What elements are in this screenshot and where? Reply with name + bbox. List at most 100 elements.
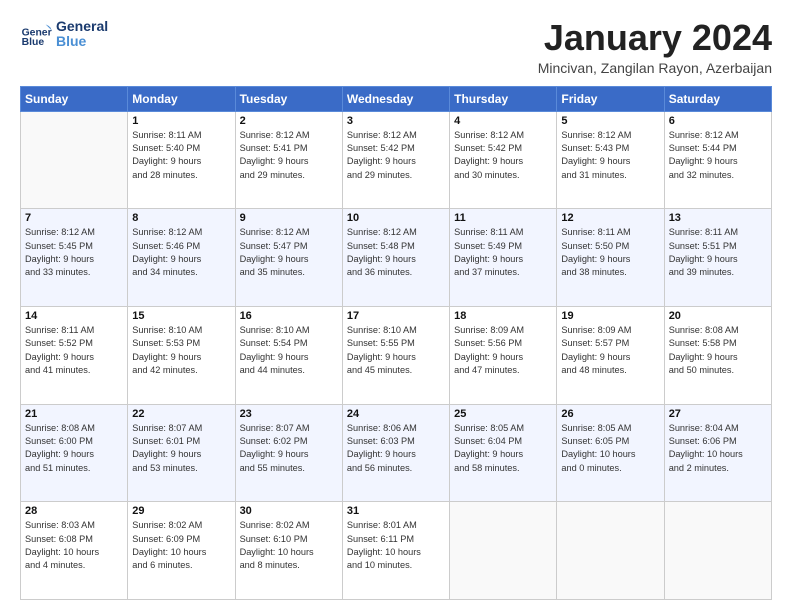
day-number: 5 xyxy=(561,115,659,127)
calendar-cell: 15 Sunrise: 8:10 AMSunset: 5:53 PMDayligh… xyxy=(128,306,235,404)
calendar-week-row: 21 Sunrise: 8:08 AMSunset: 6:00 PMDayligh… xyxy=(21,404,772,502)
day-number: 12 xyxy=(561,212,659,224)
calendar-header-friday: Friday xyxy=(557,86,664,111)
calendar-cell: 6 Sunrise: 8:12 AMSunset: 5:44 PMDaylight… xyxy=(664,111,771,209)
day-info: Sunrise: 8:12 AMSunset: 5:46 PMDaylight:… xyxy=(132,226,230,279)
day-info: Sunrise: 8:12 AMSunset: 5:43 PMDaylight:… xyxy=(561,129,659,182)
logo-general: General xyxy=(56,19,108,34)
day-info: Sunrise: 8:11 AMSunset: 5:40 PMDaylight:… xyxy=(132,129,230,182)
calendar-cell: 3Sunrise: 8:12 AMSunset: 5:42 PMDaylight… xyxy=(342,111,449,209)
day-number: 26 xyxy=(561,408,659,420)
day-info: Sunrise: 8:01 AMSunset: 6:11 PMDaylight:… xyxy=(347,519,445,572)
day-number: 20 xyxy=(669,310,767,322)
day-number: 1 xyxy=(132,115,230,127)
calendar-cell: 21 Sunrise: 8:08 AMSunset: 6:00 PMDayligh… xyxy=(21,404,128,502)
calendar-week-row: 1 Sunrise: 8:11 AMSunset: 5:40 PMDaylight… xyxy=(21,111,772,209)
day-info: Sunrise: 8:12 AMSunset: 5:42 PMDaylight:… xyxy=(454,129,552,182)
day-number: 17 xyxy=(347,310,445,322)
calendar-cell: 2 Sunrise: 8:12 AMSunset: 5:41 PMDaylight… xyxy=(235,111,342,209)
calendar-cell: 4 Sunrise: 8:12 AMSunset: 5:42 PMDaylight… xyxy=(450,111,557,209)
svg-text:Blue: Blue xyxy=(22,37,45,48)
calendar-cell: 5 Sunrise: 8:12 AMSunset: 5:43 PMDaylight… xyxy=(557,111,664,209)
calendar-week-row: 14Sunrise: 8:11 AMSunset: 5:52 PMDayligh… xyxy=(21,306,772,404)
calendar-cell: 22Sunrise: 8:07 AMSunset: 6:01 PMDayligh… xyxy=(128,404,235,502)
day-info: Sunrise: 8:12 AMSunset: 5:48 PMDaylight:… xyxy=(347,226,445,279)
day-info: Sunrise: 8:10 AMSunset: 5:53 PMDaylight:… xyxy=(132,324,230,377)
day-number: 25 xyxy=(454,408,552,420)
day-number: 9 xyxy=(240,212,338,224)
page: General Blue General Blue January 2024 M… xyxy=(0,0,792,612)
day-number: 10 xyxy=(347,212,445,224)
day-info: Sunrise: 8:12 AMSunset: 5:44 PMDaylight:… xyxy=(669,129,767,182)
calendar-cell: 16Sunrise: 8:10 AMSunset: 5:54 PMDayligh… xyxy=(235,306,342,404)
calendar-cell: 25 Sunrise: 8:05 AMSunset: 6:04 PMDayligh… xyxy=(450,404,557,502)
calendar-cell: 19Sunrise: 8:09 AMSunset: 5:57 PMDayligh… xyxy=(557,306,664,404)
day-number: 15 xyxy=(132,310,230,322)
calendar-cell: 26 Sunrise: 8:05 AMSunset: 6:05 PMDayligh… xyxy=(557,404,664,502)
day-number: 13 xyxy=(669,212,767,224)
logo-blue: Blue xyxy=(56,34,108,49)
calendar-cell: 8 Sunrise: 8:12 AMSunset: 5:46 PMDaylight… xyxy=(128,209,235,307)
calendar-cell: 7Sunrise: 8:12 AMSunset: 5:45 PMDaylight… xyxy=(21,209,128,307)
logo-icon: General Blue xyxy=(20,18,52,50)
page-title: January 2024 xyxy=(538,18,772,58)
calendar-cell: 10 Sunrise: 8:12 AMSunset: 5:48 PMDayligh… xyxy=(342,209,449,307)
day-number: 14 xyxy=(25,310,123,322)
day-info: Sunrise: 8:08 AMSunset: 6:00 PMDaylight:… xyxy=(25,422,123,475)
day-info: Sunrise: 8:12 AMSunset: 5:41 PMDaylight:… xyxy=(240,129,338,182)
calendar-cell: 30Sunrise: 8:02 AMSunset: 6:10 PMDayligh… xyxy=(235,502,342,600)
calendar-cell: 1 Sunrise: 8:11 AMSunset: 5:40 PMDaylight… xyxy=(128,111,235,209)
page-subtitle: Mincivan, Zangilan Rayon, Azerbaijan xyxy=(538,60,772,76)
day-info: Sunrise: 8:02 AMSunset: 6:09 PMDaylight:… xyxy=(132,519,230,572)
calendar-cell: 27 Sunrise: 8:04 AMSunset: 6:06 PMDayligh… xyxy=(664,404,771,502)
calendar-cell: 28Sunrise: 8:03 AMSunset: 6:08 PMDayligh… xyxy=(21,502,128,600)
calendar-header-monday: Monday xyxy=(128,86,235,111)
day-number: 16 xyxy=(240,310,338,322)
calendar-cell: 9 Sunrise: 8:12 AMSunset: 5:47 PMDaylight… xyxy=(235,209,342,307)
day-info: Sunrise: 8:11 AMSunset: 5:49 PMDaylight:… xyxy=(454,226,552,279)
day-number: 4 xyxy=(454,115,552,127)
day-number: 28 xyxy=(25,505,123,517)
calendar-cell: 24Sunrise: 8:06 AMSunset: 6:03 PMDayligh… xyxy=(342,404,449,502)
day-info: Sunrise: 8:09 AMSunset: 5:56 PMDaylight:… xyxy=(454,324,552,377)
day-number: 21 xyxy=(25,408,123,420)
logo: General Blue General Blue xyxy=(20,18,108,50)
day-info: Sunrise: 8:05 AMSunset: 6:04 PMDaylight:… xyxy=(454,422,552,475)
day-number: 8 xyxy=(132,212,230,224)
calendar-cell: 11 Sunrise: 8:11 AMSunset: 5:49 PMDayligh… xyxy=(450,209,557,307)
calendar-cell: 23 Sunrise: 8:07 AMSunset: 6:02 PMDayligh… xyxy=(235,404,342,502)
day-info: Sunrise: 8:07 AMSunset: 6:01 PMDaylight:… xyxy=(132,422,230,475)
day-number: 27 xyxy=(669,408,767,420)
day-info: Sunrise: 8:11 AMSunset: 5:51 PMDaylight:… xyxy=(669,226,767,279)
calendar-week-row: 28Sunrise: 8:03 AMSunset: 6:08 PMDayligh… xyxy=(21,502,772,600)
day-info: Sunrise: 8:12 AMSunset: 5:47 PMDaylight:… xyxy=(240,226,338,279)
calendar-header-tuesday: Tuesday xyxy=(235,86,342,111)
day-number: 11 xyxy=(454,212,552,224)
day-info: Sunrise: 8:10 AMSunset: 5:55 PMDaylight:… xyxy=(347,324,445,377)
calendar-cell: 14Sunrise: 8:11 AMSunset: 5:52 PMDayligh… xyxy=(21,306,128,404)
day-number: 23 xyxy=(240,408,338,420)
day-number: 24 xyxy=(347,408,445,420)
calendar-cell: 12 Sunrise: 8:11 AMSunset: 5:50 PMDayligh… xyxy=(557,209,664,307)
header: General Blue General Blue January 2024 M… xyxy=(20,18,772,76)
calendar-header-row: SundayMondayTuesdayWednesdayThursdayFrid… xyxy=(21,86,772,111)
day-info: Sunrise: 8:07 AMSunset: 6:02 PMDaylight:… xyxy=(240,422,338,475)
day-info: Sunrise: 8:09 AMSunset: 5:57 PMDaylight:… xyxy=(561,324,659,377)
day-info: Sunrise: 8:04 AMSunset: 6:06 PMDaylight:… xyxy=(669,422,767,475)
day-number: 7 xyxy=(25,212,123,224)
day-number: 3 xyxy=(347,115,445,127)
calendar-header-saturday: Saturday xyxy=(664,86,771,111)
calendar-cell: 20Sunrise: 8:08 AMSunset: 5:58 PMDayligh… xyxy=(664,306,771,404)
day-info: Sunrise: 8:02 AMSunset: 6:10 PMDaylight:… xyxy=(240,519,338,572)
day-number: 6 xyxy=(669,115,767,127)
calendar-table: SundayMondayTuesdayWednesdayThursdayFrid… xyxy=(20,86,772,600)
day-info: Sunrise: 8:11 AMSunset: 5:50 PMDaylight:… xyxy=(561,226,659,279)
day-number: 31 xyxy=(347,505,445,517)
day-info: Sunrise: 8:05 AMSunset: 6:05 PMDaylight:… xyxy=(561,422,659,475)
title-block: January 2024 Mincivan, Zangilan Rayon, A… xyxy=(538,18,772,76)
day-number: 2 xyxy=(240,115,338,127)
calendar-cell: 17 Sunrise: 8:10 AMSunset: 5:55 PMDayligh… xyxy=(342,306,449,404)
day-number: 29 xyxy=(132,505,230,517)
calendar-header-thursday: Thursday xyxy=(450,86,557,111)
calendar-header-sunday: Sunday xyxy=(21,86,128,111)
